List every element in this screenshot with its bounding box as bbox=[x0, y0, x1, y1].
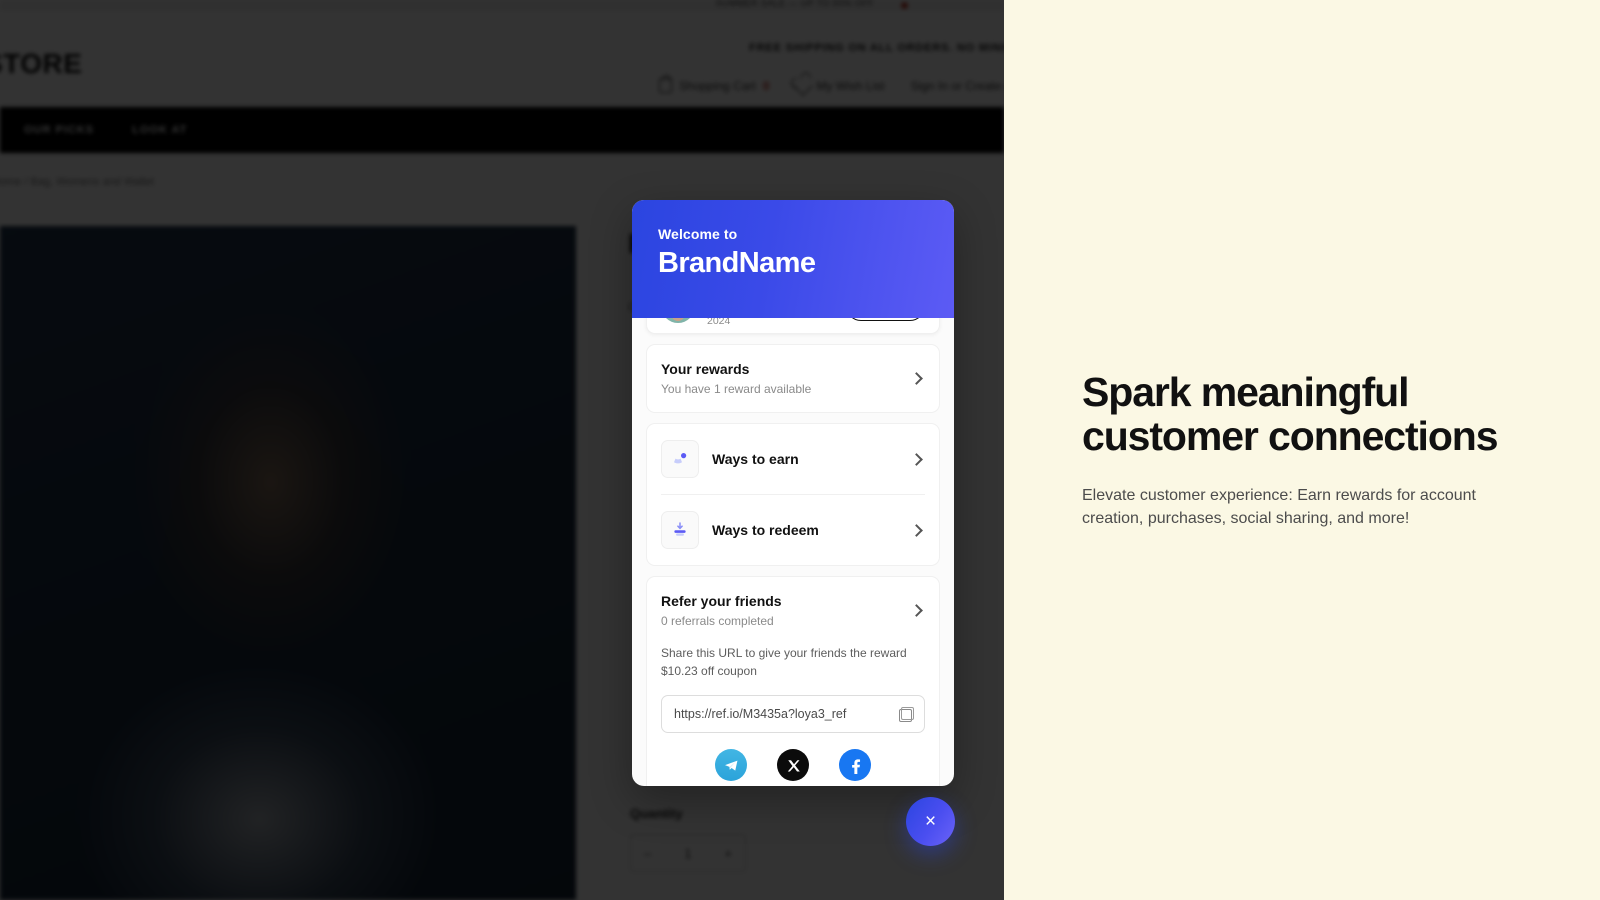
refer-friends-card: Refer your friends 0 referrals completed… bbox=[646, 576, 940, 786]
refer-friends-title: Refer your friends bbox=[661, 593, 782, 609]
redeem-gift-icon bbox=[661, 511, 699, 549]
ways-card: Ways to earn Ways to redeem bbox=[646, 423, 940, 566]
telegram-share-icon[interactable] bbox=[715, 749, 747, 781]
chevron-right-icon bbox=[910, 604, 923, 617]
chevron-right-icon bbox=[910, 372, 923, 385]
hero-brand-name: BrandName bbox=[658, 247, 816, 279]
promo-subheading: Elevate customer experience: Earn reward… bbox=[1082, 487, 1476, 528]
refer-note: Share this URL to give your friends the … bbox=[661, 646, 907, 678]
ways-to-earn-texts: Ways to earn bbox=[712, 451, 899, 467]
ways-to-redeem-texts: Ways to redeem bbox=[712, 522, 899, 538]
loyalty-widget: Welcome to BrandName 12,345 Points Exp d… bbox=[632, 200, 954, 786]
your-rewards-title: Your rewards bbox=[661, 361, 750, 377]
facebook-share-icon[interactable] bbox=[839, 749, 871, 781]
your-rewards-card[interactable]: Your rewards You have 1 reward available bbox=[646, 344, 940, 413]
refer-friends-row[interactable]: Refer your friends 0 referrals completed bbox=[647, 577, 939, 644]
ways-to-earn-row[interactable]: Ways to earn bbox=[647, 424, 939, 494]
your-rewards-texts: Your rewards You have 1 reward available bbox=[661, 361, 899, 396]
referral-url-field[interactable]: https://ref.io/M3435a?loya3_ref bbox=[661, 695, 925, 733]
x-twitter-share-icon[interactable] bbox=[777, 749, 809, 781]
widget-body: 12,345 Points Exp date: November 25, 202… bbox=[632, 278, 954, 786]
chevron-right-icon bbox=[910, 523, 923, 537]
promo-panel: Spark meaningful customer connections El… bbox=[1004, 0, 1600, 900]
referral-url-text: https://ref.io/M3435a?loya3_ref bbox=[674, 707, 847, 721]
your-rewards-row[interactable]: Your rewards You have 1 reward available bbox=[647, 345, 939, 412]
refer-body: Share this URL to give your friends the … bbox=[647, 644, 939, 786]
close-widget-button[interactable]: × bbox=[906, 797, 955, 846]
ways-to-redeem-title: Ways to redeem bbox=[712, 522, 819, 538]
refer-friends-texts: Refer your friends 0 referrals completed bbox=[661, 593, 899, 628]
your-rewards-subtitle: You have 1 reward available bbox=[661, 382, 812, 396]
ways-to-earn-title: Ways to earn bbox=[712, 451, 799, 467]
ways-to-redeem-row[interactable]: Ways to redeem bbox=[647, 495, 939, 565]
chevron-right-icon bbox=[910, 452, 923, 466]
copy-icon[interactable] bbox=[899, 706, 914, 722]
promo-heading: Spark meaningful customer connections bbox=[1082, 368, 1499, 459]
refer-friends-subtitle: 0 referrals completed bbox=[661, 614, 774, 628]
screen: SUMMER SALE — UP TO 50% OFF STORE FREE S… bbox=[0, 0, 1600, 900]
earn-coin-icon bbox=[661, 440, 699, 478]
social-share-buttons bbox=[661, 733, 925, 786]
widget-hero: Welcome to BrandName bbox=[632, 200, 954, 318]
hero-welcome-text: Welcome to bbox=[658, 226, 738, 242]
